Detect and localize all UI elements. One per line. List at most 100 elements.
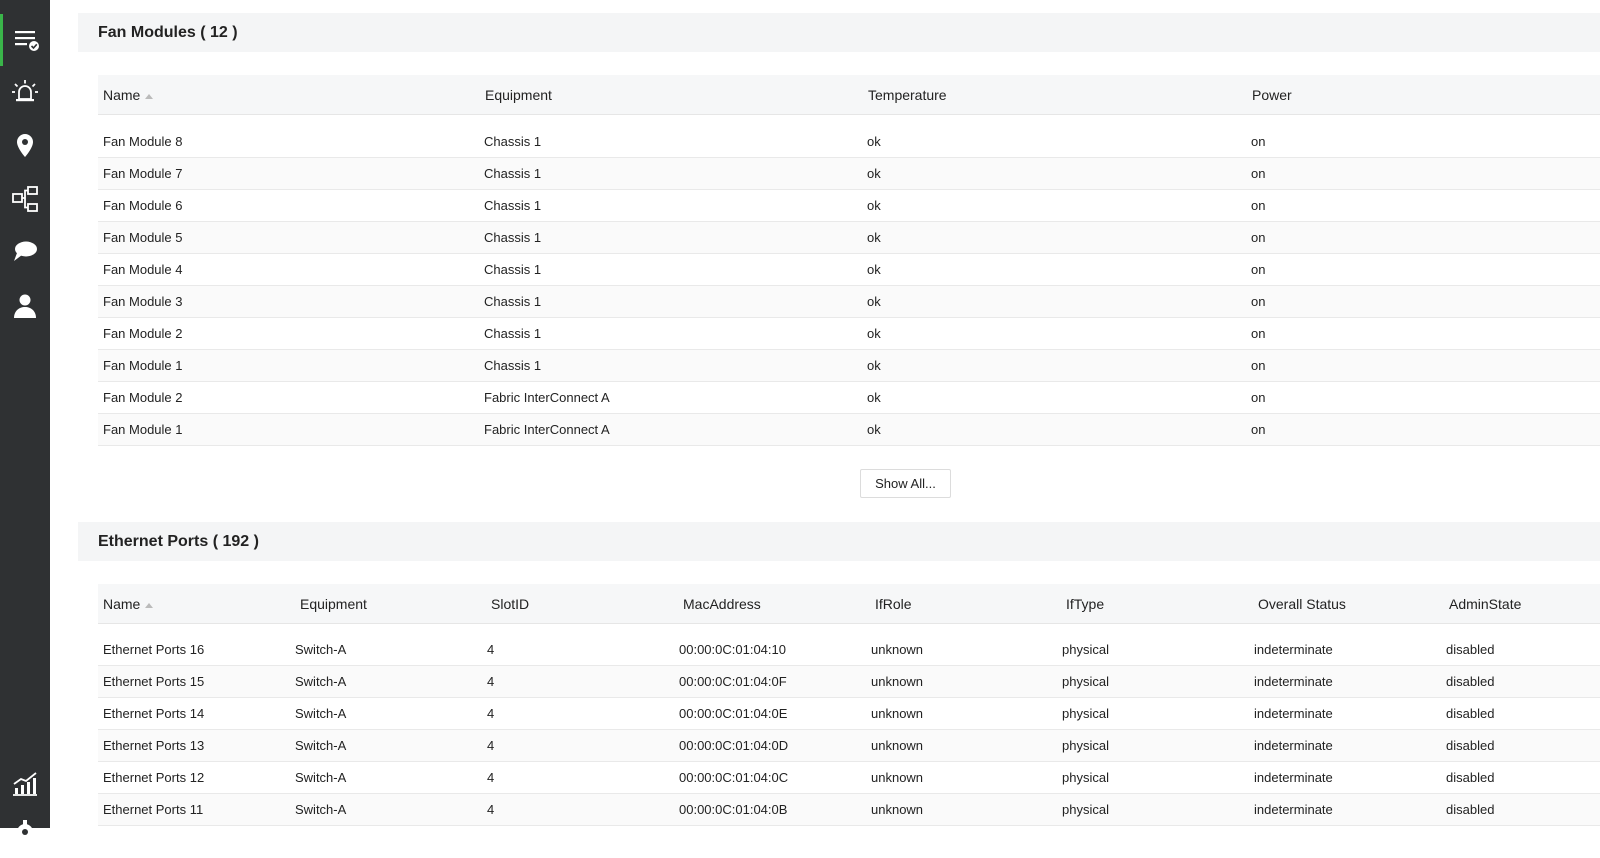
cell-overall-status: indeterminate (1254, 770, 1333, 785)
table-row[interactable]: Fan Module 5 Chassis 1 ok on (98, 222, 1600, 254)
cell-name[interactable]: Fan Module 4 (103, 254, 183, 286)
nav-item-alarms[interactable] (0, 66, 50, 118)
cell-name[interactable]: Fan Module 1 (103, 350, 183, 382)
table-row[interactable]: Ethernet Ports 15 Switch-A 4 00:00:0C:01:04… (98, 666, 1600, 698)
cell-macaddress: 00:00:0C:01:04:0D (679, 738, 789, 753)
cell-temperature: ok (867, 262, 881, 277)
sort-asc-icon[interactable] (145, 602, 154, 608)
cell-name[interactable]: Fan Module 2 (103, 318, 183, 350)
cell-power: on (1251, 134, 1266, 149)
cell-macaddress: 00:00:0C:01:04:10 (679, 642, 786, 657)
cell-iftype: physical (1062, 802, 1109, 817)
column-header-ifrole[interactable]: IfRole (875, 584, 912, 624)
ethernet-ports-title: Ethernet Ports ( 192 ) (98, 532, 259, 550)
column-header-name[interactable]: Name (103, 584, 154, 624)
cell-power: on (1251, 166, 1266, 181)
column-header-power[interactable]: Power (1252, 75, 1292, 115)
nav-item-users[interactable] (0, 280, 50, 332)
cell-name[interactable]: Ethernet Ports 13 (103, 730, 204, 762)
cell-ifrole: unknown (871, 770, 924, 785)
table-row[interactable]: Fan Module 3 Chassis 1 ok on (98, 286, 1600, 318)
cell-name[interactable]: Fan Module 1 (103, 414, 183, 446)
cell-slotid: 4 (487, 674, 495, 689)
alarm-icon (12, 80, 38, 102)
cell-equipment: Chassis 1 (484, 326, 542, 341)
fan-modules-section-header[interactable]: Fan Modules ( 12 ) (78, 13, 1600, 52)
cell-name[interactable]: Fan Module 2 (103, 382, 183, 414)
cell-temperature: ok (867, 390, 881, 405)
cell-temperature: ok (867, 294, 881, 309)
table-row[interactable]: Fan Module 4 Chassis 1 ok on (98, 254, 1600, 286)
sidebar (0, 0, 50, 844)
cell-equipment: Switch-A (295, 738, 347, 753)
fan-modules-table-header: Name Equipment Temperature Power (98, 75, 1600, 115)
column-header-slotid[interactable]: SlotID (491, 584, 529, 624)
table-row[interactable]: Ethernet Ports 13 Switch-A 4 00:00:0C:01:04… (98, 730, 1600, 762)
cell-slotid: 4 (487, 642, 495, 657)
cell-iftype: physical (1062, 706, 1109, 721)
cell-power: on (1251, 422, 1266, 437)
cell-slotid: 4 (487, 706, 495, 721)
nav-item-reports[interactable] (0, 758, 50, 810)
nav-item-maps[interactable] (0, 120, 50, 172)
table-row[interactable]: Fan Module 8 Chassis 1 ok on (98, 126, 1600, 158)
nav-item-topology[interactable] (0, 173, 50, 225)
column-header-equipment[interactable]: Equipment (485, 75, 552, 115)
cell-equipment: Chassis 1 (484, 358, 542, 373)
ethernet-ports-table-header: Name Equipment SlotID MacAddress IfRole … (98, 584, 1600, 624)
cell-temperature: ok (867, 198, 881, 213)
column-header-temperature[interactable]: Temperature (868, 75, 947, 115)
network-map-icon (12, 186, 38, 212)
cell-name[interactable]: Ethernet Ports 11 (103, 794, 203, 826)
cell-slotid: 4 (487, 802, 495, 817)
nav-item-settings[interactable] (0, 806, 50, 858)
cell-equipment: Chassis 1 (484, 230, 542, 245)
cell-equipment: Switch-A (295, 770, 347, 785)
cell-temperature: ok (867, 358, 881, 373)
cell-slotid: 4 (487, 738, 495, 753)
cell-name[interactable]: Ethernet Ports 12 (103, 762, 204, 794)
column-header-name[interactable]: Name (103, 75, 154, 115)
cell-overall-status: indeterminate (1254, 642, 1333, 657)
table-row[interactable]: Ethernet Ports 12 Switch-A 4 00:00:0C:01:04… (98, 762, 1600, 794)
table-row[interactable]: Fan Module 1 Chassis 1 ok on (98, 350, 1600, 382)
cell-overall-status: indeterminate (1254, 738, 1333, 753)
cell-name[interactable]: Fan Module 3 (103, 286, 183, 318)
cell-equipment: Chassis 1 (484, 262, 542, 277)
column-header-macaddress[interactable]: MacAddress (683, 584, 761, 624)
sort-asc-icon[interactable] (145, 93, 154, 99)
main-content: Fan Modules ( 12 ) Name Equipment Temper… (50, 0, 1600, 828)
cell-equipment: Chassis 1 (484, 166, 542, 181)
cell-adminstate: disabled (1446, 770, 1495, 785)
cell-macaddress: 00:00:0C:01:04:0F (679, 674, 787, 689)
cell-name[interactable]: Fan Module 7 (103, 158, 183, 190)
column-header-adminstate[interactable]: AdminState (1449, 584, 1521, 624)
table-row[interactable]: Ethernet Ports 14 Switch-A 4 00:00:0C:01:04… (98, 698, 1600, 730)
table-row[interactable]: Fan Module 2 Chassis 1 ok on (98, 318, 1600, 350)
table-row[interactable]: Fan Module 6 Chassis 1 ok on (98, 190, 1600, 222)
cell-adminstate: disabled (1446, 738, 1495, 753)
show-all-button[interactable]: Show All... (860, 469, 951, 498)
cell-equipment: Switch-A (295, 674, 347, 689)
cell-equipment: Chassis 1 (484, 294, 542, 309)
table-row[interactable]: Ethernet Ports 11 Switch-A 4 00:00:0C:01:04… (98, 794, 1600, 826)
cell-name[interactable]: Ethernet Ports 16 (103, 634, 204, 666)
table-row[interactable]: Fan Module 2 Fabric InterConnect A ok on (98, 382, 1600, 414)
cell-name[interactable]: Ethernet Ports 15 (103, 666, 204, 698)
nav-item-inventory[interactable] (0, 14, 50, 66)
table-row[interactable]: Fan Module 7 Chassis 1 ok on (98, 158, 1600, 190)
cell-name[interactable]: Fan Module 5 (103, 222, 183, 254)
cell-name[interactable]: Fan Module 8 (103, 126, 183, 158)
column-header-equipment[interactable]: Equipment (300, 584, 367, 624)
cell-equipment: Fabric InterConnect A (484, 422, 610, 437)
table-row[interactable]: Fan Module 1 Fabric InterConnect A ok on (98, 414, 1600, 446)
cell-adminstate: disabled (1446, 642, 1495, 657)
table-row[interactable]: Ethernet Ports 16 Switch-A 4 00:00:0C:01:04… (98, 634, 1600, 666)
cell-name[interactable]: Ethernet Ports 14 (103, 698, 204, 730)
column-header-overall-status[interactable]: Overall Status (1258, 584, 1346, 624)
cell-equipment: Switch-A (295, 802, 347, 817)
ethernet-ports-section-header[interactable]: Ethernet Ports ( 192 ) (78, 522, 1600, 561)
cell-name[interactable]: Fan Module 6 (103, 190, 183, 222)
nav-item-messages[interactable] (0, 226, 50, 278)
column-header-iftype[interactable]: IfType (1066, 584, 1104, 624)
